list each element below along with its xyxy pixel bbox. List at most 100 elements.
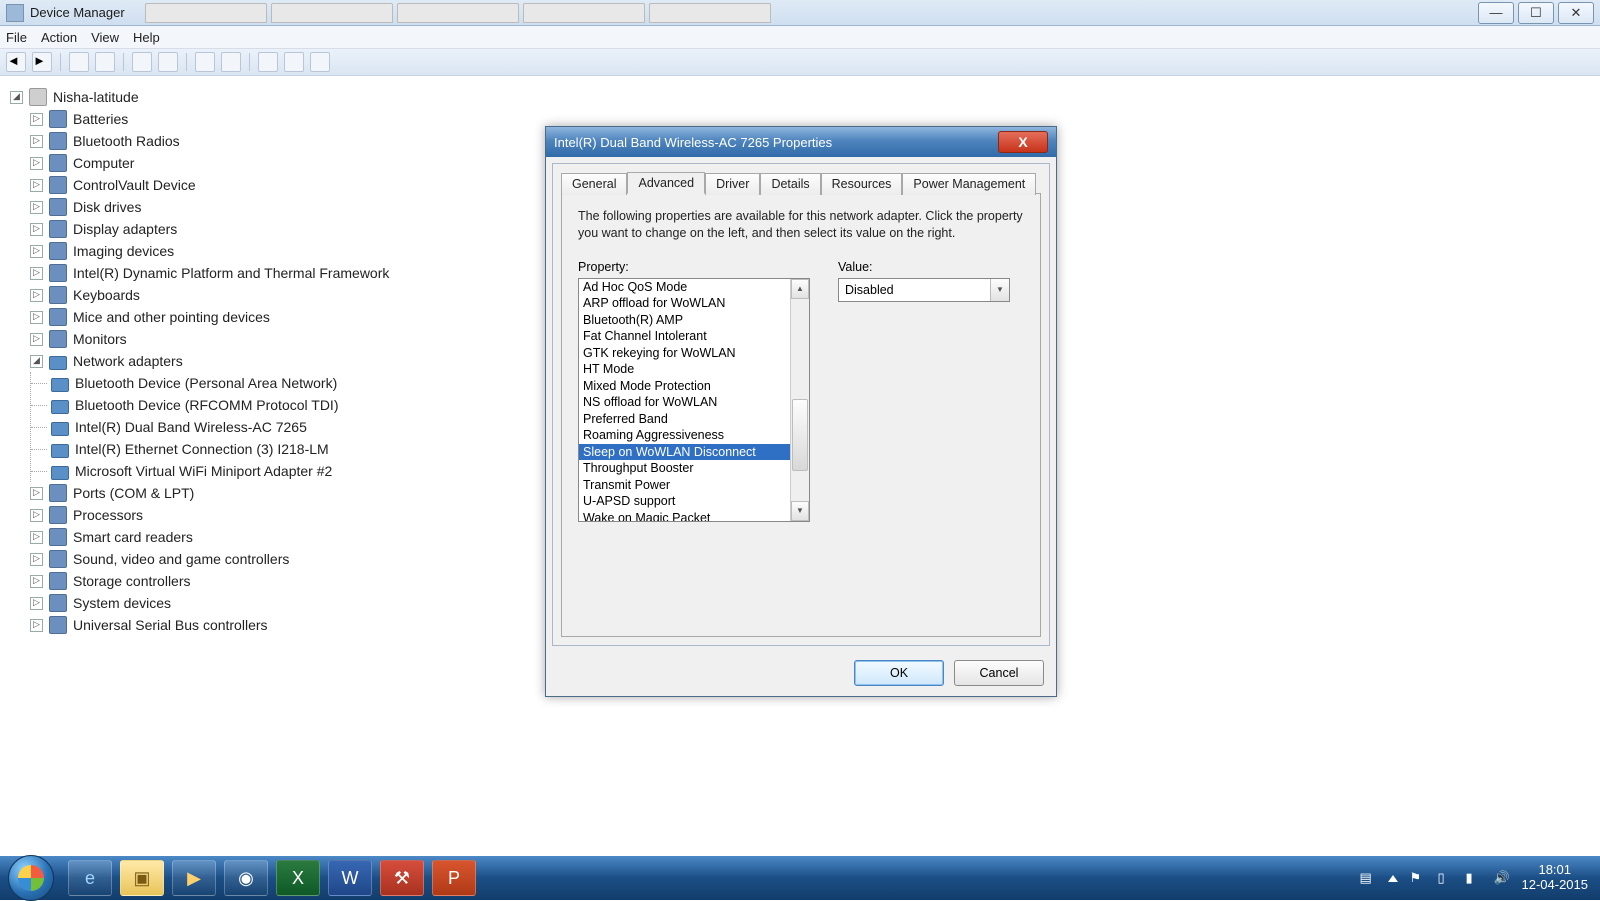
property-listbox[interactable]: Ad Hoc QoS ModeARP offload for WoWLANBlu… bbox=[578, 278, 810, 522]
flag-icon[interactable]: ⚑ bbox=[1410, 870, 1426, 886]
property-list-item[interactable]: ARP offload for WoWLAN bbox=[579, 295, 790, 312]
expand-icon[interactable]: ▷ bbox=[30, 223, 43, 236]
menu-view[interactable]: View bbox=[91, 30, 119, 45]
scroll-up-button[interactable]: ▲ bbox=[791, 279, 809, 299]
property-list-item[interactable]: Transmit Power bbox=[579, 477, 790, 494]
expand-icon[interactable]: ▷ bbox=[30, 289, 43, 302]
tab-general[interactable]: General bbox=[561, 173, 627, 195]
property-list-item[interactable]: Bluetooth(R) AMP bbox=[579, 312, 790, 329]
tab-power-management[interactable]: Power Management bbox=[902, 173, 1036, 195]
expand-icon[interactable]: ▷ bbox=[30, 487, 43, 500]
property-list-item[interactable]: HT Mode bbox=[579, 361, 790, 378]
property-list-item[interactable]: Roaming Aggressiveness bbox=[579, 427, 790, 444]
property-list-item[interactable]: U-APSD support bbox=[579, 493, 790, 510]
expand-icon[interactable]: ▷ bbox=[30, 619, 43, 632]
expand-icon[interactable]: ▷ bbox=[30, 333, 43, 346]
system-tray[interactable]: ▤ ⚑ ▯ ▮ 🔊 18:01 12-04-2015 bbox=[1360, 863, 1593, 893]
device-icon bbox=[49, 220, 67, 238]
minimize-button[interactable]: — bbox=[1478, 2, 1514, 24]
property-list-item[interactable]: Mixed Mode Protection bbox=[579, 378, 790, 395]
value-dropdown[interactable]: Disabled ▼ bbox=[838, 278, 1010, 302]
close-button[interactable]: ✕ bbox=[1558, 2, 1594, 24]
expand-icon[interactable]: ▷ bbox=[30, 509, 43, 522]
tab-resources[interactable]: Resources bbox=[821, 173, 903, 195]
toolbar-button[interactable] bbox=[95, 52, 115, 72]
network-icon[interactable]: ▮ bbox=[1466, 870, 1482, 886]
dialog-close-button[interactable]: X bbox=[998, 131, 1048, 153]
device-icon bbox=[49, 286, 67, 304]
volume-icon[interactable]: 🔊 bbox=[1494, 870, 1510, 886]
cancel-button[interactable]: Cancel bbox=[954, 660, 1044, 686]
toolbar-button[interactable] bbox=[158, 52, 178, 72]
property-list-item[interactable]: GTK rekeying for WoWLAN bbox=[579, 345, 790, 362]
expand-icon[interactable]: ▷ bbox=[30, 311, 43, 324]
collapse-icon[interactable]: ◢ bbox=[10, 91, 23, 104]
property-list-item[interactable]: Wake on Magic Packet bbox=[579, 510, 790, 521]
show-hidden-icons-button[interactable] bbox=[1388, 875, 1398, 882]
menu-help[interactable]: Help bbox=[133, 30, 160, 45]
taskbar-app-explorer[interactable]: ▣ bbox=[120, 860, 164, 896]
taskbar-app-ie[interactable]: e bbox=[68, 860, 112, 896]
taskbar-app-excel[interactable]: X bbox=[276, 860, 320, 896]
tree-root[interactable]: ◢ Nisha-latitude bbox=[10, 86, 1590, 108]
menu-action[interactable]: Action bbox=[41, 30, 77, 45]
expand-icon[interactable]: ▷ bbox=[30, 267, 43, 280]
taskbar-app-toolbox[interactable]: ⚒ bbox=[380, 860, 424, 896]
menu-file[interactable]: File bbox=[6, 30, 27, 45]
tab-driver[interactable]: Driver bbox=[705, 173, 760, 195]
taskbar-app-powerpoint[interactable]: P bbox=[432, 860, 476, 896]
start-button[interactable] bbox=[8, 855, 54, 901]
toolbar-button[interactable] bbox=[221, 52, 241, 72]
expand-icon[interactable]: ▷ bbox=[30, 113, 43, 126]
toolbar-forward-button[interactable]: ► bbox=[32, 52, 52, 72]
toolbar-button[interactable] bbox=[258, 52, 278, 72]
tree-item-label: Display adapters bbox=[73, 218, 177, 240]
expand-icon[interactable]: ▷ bbox=[30, 179, 43, 192]
taskbar-clock[interactable]: 18:01 12-04-2015 bbox=[1522, 863, 1589, 893]
expand-icon[interactable]: ▷ bbox=[30, 157, 43, 170]
panel-description: The following properties are available f… bbox=[578, 208, 1024, 242]
scroll-down-button[interactable]: ▼ bbox=[791, 501, 809, 521]
tray-icon[interactable]: ▤ bbox=[1360, 870, 1376, 886]
tab-advanced[interactable]: Advanced bbox=[627, 172, 705, 194]
taskbar-app-wmp[interactable]: ▶ bbox=[172, 860, 216, 896]
property-list-item[interactable]: Sleep on WoWLAN Disconnect bbox=[579, 444, 790, 461]
taskbar-app-word[interactable]: W bbox=[328, 860, 372, 896]
property-list-item[interactable]: Preferred Band bbox=[579, 411, 790, 428]
chevron-down-icon[interactable]: ▼ bbox=[990, 279, 1009, 301]
property-list-item[interactable]: Fat Channel Intolerant bbox=[579, 328, 790, 345]
property-list-item[interactable]: Throughput Booster bbox=[579, 460, 790, 477]
toolbar-back-button[interactable]: ◄ bbox=[6, 52, 26, 72]
toolbar-button[interactable] bbox=[69, 52, 89, 72]
network-adapter-icon bbox=[49, 356, 67, 370]
property-list-item[interactable]: Ad Hoc QoS Mode bbox=[579, 279, 790, 296]
device-icon bbox=[49, 550, 67, 568]
taskbar[interactable]: e ▣ ▶ ◉ X W ⚒ P ▤ ⚑ ▯ ▮ 🔊 18:01 12-04-20… bbox=[0, 856, 1600, 900]
battery-icon[interactable]: ▯ bbox=[1438, 870, 1454, 886]
listbox-scrollbar[interactable]: ▲ ▼ bbox=[790, 279, 809, 521]
toolbar-button[interactable] bbox=[284, 52, 304, 72]
tree-item-label: Bluetooth Device (Personal Area Network) bbox=[75, 372, 337, 394]
taskbar-app-chrome[interactable]: ◉ bbox=[224, 860, 268, 896]
expand-icon[interactable]: ▷ bbox=[30, 575, 43, 588]
toolbar-button[interactable] bbox=[132, 52, 152, 72]
expand-icon[interactable]: ▷ bbox=[30, 201, 43, 214]
scroll-track[interactable] bbox=[791, 299, 809, 501]
expand-icon[interactable]: ▷ bbox=[30, 553, 43, 566]
expand-icon[interactable]: ▷ bbox=[30, 597, 43, 610]
maximize-button[interactable]: ☐ bbox=[1518, 2, 1554, 24]
scroll-thumb[interactable] bbox=[792, 399, 808, 471]
toolbar-button[interactable] bbox=[310, 52, 330, 72]
toolbar-button[interactable] bbox=[195, 52, 215, 72]
network-adapter-icon bbox=[51, 466, 69, 480]
tab-details[interactable]: Details bbox=[760, 173, 820, 195]
device-icon bbox=[49, 154, 67, 172]
property-list-item[interactable]: NS offload for WoWLAN bbox=[579, 394, 790, 411]
tree-item-label: Imaging devices bbox=[73, 240, 174, 262]
dialog-titlebar[interactable]: Intel(R) Dual Band Wireless-AC 7265 Prop… bbox=[546, 127, 1056, 157]
expand-icon[interactable]: ▷ bbox=[30, 135, 43, 148]
collapse-icon[interactable]: ◢ bbox=[30, 355, 43, 368]
ok-button[interactable]: OK bbox=[854, 660, 944, 686]
expand-icon[interactable]: ▷ bbox=[30, 245, 43, 258]
expand-icon[interactable]: ▷ bbox=[30, 531, 43, 544]
